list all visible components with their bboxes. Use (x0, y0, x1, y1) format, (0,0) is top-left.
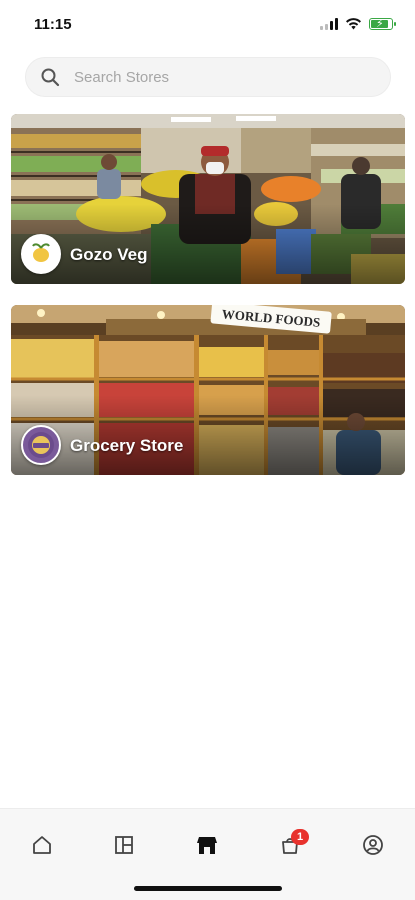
status-icons: ⚡ (320, 17, 396, 30)
store-card-grocery-store[interactable]: WORLD FOODS Grocery Store (11, 305, 405, 475)
nav-cart[interactable]: 1 (270, 825, 310, 865)
card-overlay (11, 395, 405, 475)
store-icon (197, 837, 217, 854)
home-icon (33, 836, 51, 854)
nav-stores[interactable] (187, 825, 227, 865)
signal-icon (320, 17, 338, 30)
nav-catalog[interactable] (104, 825, 144, 865)
store-logo (21, 234, 61, 274)
card-overlay (11, 204, 405, 284)
search-icon (41, 68, 60, 87)
battery-icon: ⚡ (369, 17, 396, 30)
profile-icon (363, 835, 383, 855)
search-bar[interactable] (25, 57, 391, 97)
nav-profile[interactable] (353, 825, 393, 865)
store-badge-logo-icon (28, 432, 54, 458)
nav-home[interactable] (22, 825, 62, 865)
store-name: Gozo Veg (70, 245, 148, 264)
store-card-gozo-veg[interactable]: Gozo Veg (11, 114, 405, 284)
store-name: Grocery Store (70, 436, 184, 455)
lemon-logo-icon (28, 241, 54, 267)
stores-screen: 11:15 ⚡ Search Stores Gozo Veg WORLD FOO… (0, 0, 415, 900)
store-logo (21, 425, 61, 465)
search-input[interactable] (74, 68, 354, 86)
status-bar: 11:15 ⚡ (0, 0, 415, 48)
catalog-icon (115, 836, 133, 854)
wifi-icon (346, 18, 361, 30)
cart-badge: 1 (291, 829, 309, 845)
status-time: 11:15 (34, 16, 72, 33)
home-indicator[interactable] (134, 886, 282, 891)
